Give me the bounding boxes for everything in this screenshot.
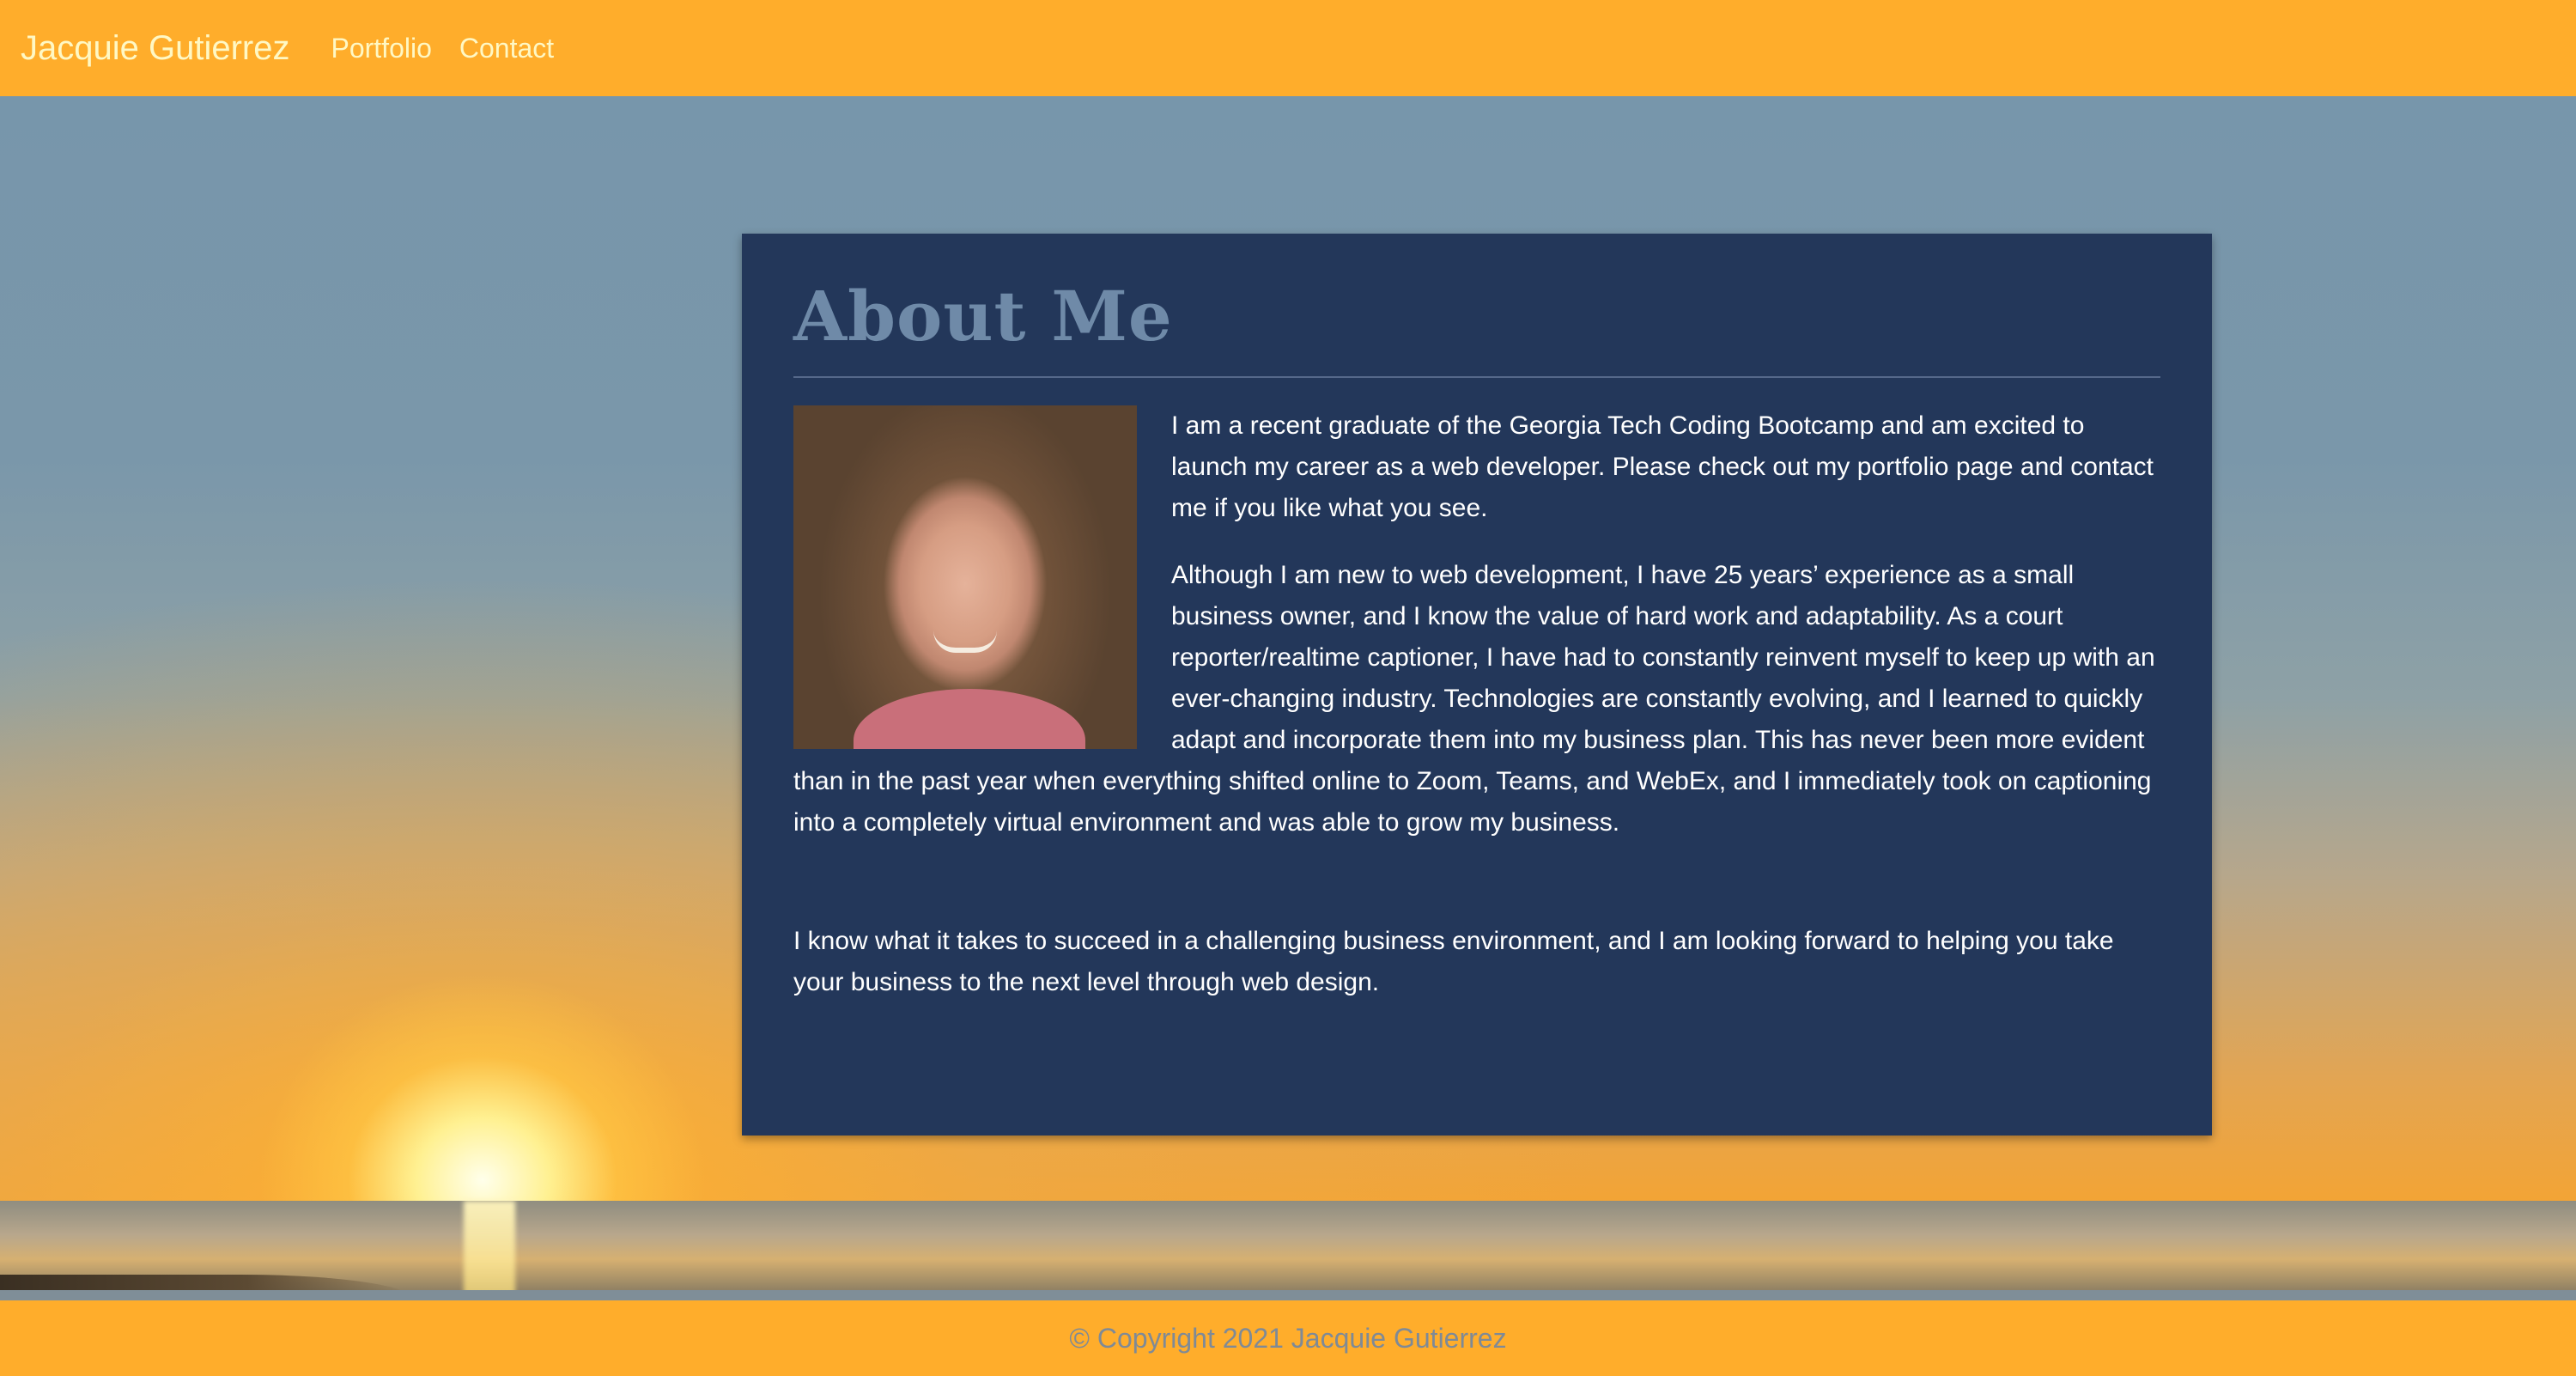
navbar: Jacquie Gutierrez Portfolio Contact bbox=[0, 0, 2576, 96]
sun-reflection bbox=[464, 1201, 515, 1299]
brand-link[interactable]: Jacquie Gutierrez bbox=[21, 29, 289, 68]
profile-photo-shirt bbox=[854, 689, 1085, 749]
bio-paragraph-3: I know what it takes to succeed in a cha… bbox=[793, 927, 2114, 996]
nav-link-contact[interactable]: Contact bbox=[459, 33, 554, 64]
about-title: About Me bbox=[793, 276, 1173, 356]
footer: © Copyright 2021 Jacquie Gutierrez bbox=[0, 1300, 2576, 1376]
copyright-text: © Copyright 2021 Jacquie Gutierrez bbox=[1069, 1322, 1507, 1354]
sea bbox=[0, 1201, 2576, 1299]
divider-strip bbox=[0, 1290, 2576, 1300]
title-divider bbox=[793, 376, 2160, 378]
about-card: About Me I am a recent graduate of the G… bbox=[742, 234, 2212, 1136]
profile-photo bbox=[793, 405, 1137, 749]
nav-link-portfolio[interactable]: Portfolio bbox=[331, 33, 431, 64]
profile-photo-smile bbox=[933, 630, 997, 653]
